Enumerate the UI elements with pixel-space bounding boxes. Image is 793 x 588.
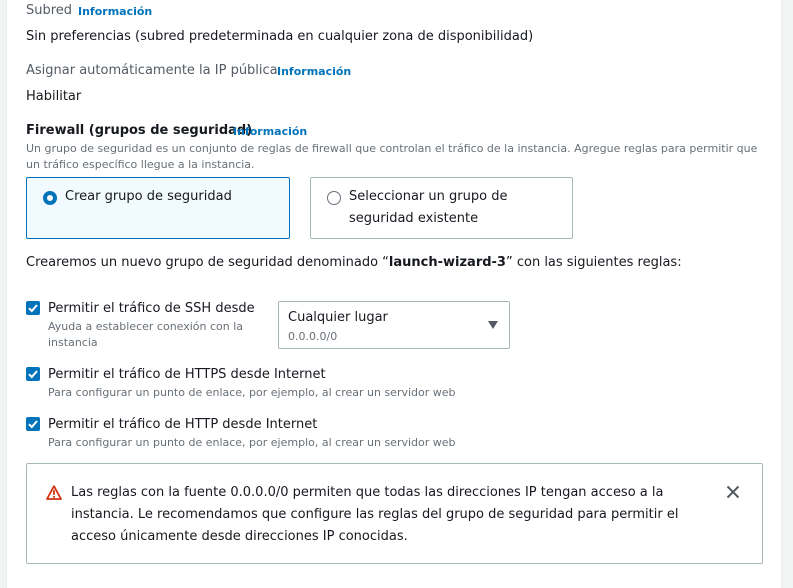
- http-rule-label: Permitir el tráfico de HTTP desde Intern…: [48, 417, 318, 432]
- check-icon: [28, 420, 38, 429]
- public-ip-info-link[interactable]: Información: [277, 65, 351, 78]
- create-security-group-tile[interactable]: Crear grupo de seguridad: [26, 177, 290, 239]
- security-group-name: launch-wizard-3: [388, 255, 506, 270]
- ssh-rule-description: Ayuda a establecer conexión con la insta…: [48, 320, 244, 349]
- warning-text: Las reglas con la fuente 0.0.0.0/0 permi…: [71, 485, 679, 544]
- check-icon: [28, 304, 38, 313]
- ssh-source-selected: Cualquier lugar: [288, 310, 388, 325]
- ssh-rule-checkbox[interactable]: [26, 301, 40, 315]
- ssh-rule-label: Permitir el tráfico de SSH desde: [48, 301, 255, 316]
- close-icon[interactable]: [726, 485, 740, 499]
- new-group-prefix: Crearemos un nuevo grupo de seguridad de…: [26, 255, 389, 270]
- caret-down-icon: [488, 321, 498, 329]
- public-ip-label: Asignar automáticamente la IP pública: [26, 63, 278, 78]
- http-rule-checkbox[interactable]: [26, 417, 40, 431]
- select-existing-group-label-line1: Seleccionar un grupo de: [349, 189, 508, 204]
- subnet-label: Subred: [26, 3, 73, 18]
- https-rule-checkbox[interactable]: [26, 367, 40, 381]
- check-icon: [28, 370, 38, 379]
- new-group-suffix: ” con las siguientes reglas:: [505, 255, 682, 270]
- ssh-source-select[interactable]: Cualquier lugar 0.0.0.0/0: [278, 301, 510, 349]
- create-security-group-label: Crear grupo de seguridad: [65, 189, 232, 204]
- subnet-value: Sin preferencias (subred predeterminada …: [26, 29, 534, 44]
- warning-icon: [46, 485, 62, 500]
- create-security-group-radio[interactable]: [43, 191, 57, 205]
- select-existing-group-radio[interactable]: [327, 191, 341, 205]
- open-access-warning: Las reglas con la fuente 0.0.0.0/0 permi…: [26, 463, 763, 564]
- http-rule-description: Para configurar un punto de enlace, por …: [48, 436, 456, 449]
- ssh-source-detail: 0.0.0.0/0: [288, 330, 338, 343]
- firewall-heading: Firewall (grupos de seguridad): [26, 123, 253, 138]
- select-existing-group-label-line2: seguridad existente: [349, 211, 479, 226]
- firewall-info-link[interactable]: Información: [233, 125, 307, 138]
- https-rule-description: Para configurar un punto de enlace, por …: [48, 386, 456, 399]
- https-rule-label: Permitir el tráfico de HTTPS desde Inter…: [48, 367, 326, 382]
- firewall-description: Un grupo de seguridad es un conjunto de …: [26, 142, 758, 171]
- public-ip-value: Habilitar: [26, 89, 82, 104]
- subnet-info-link[interactable]: Información: [78, 5, 152, 18]
- new-group-sentence: Crearemos un nuevo grupo de seguridad de…: [26, 255, 682, 270]
- select-existing-group-tile[interactable]: Seleccionar un grupo de seguridad existe…: [310, 177, 573, 239]
